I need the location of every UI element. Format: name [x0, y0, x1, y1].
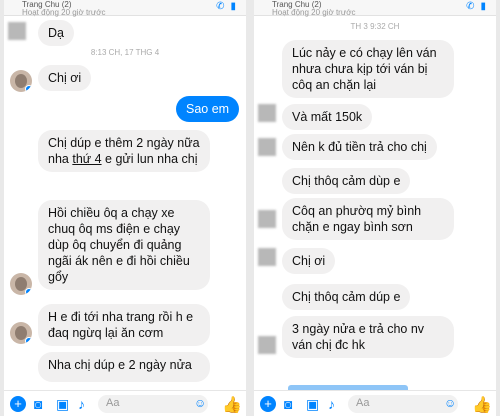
image-icon[interactable]: ▣	[306, 396, 319, 413]
messenger-badge-icon	[25, 288, 32, 295]
plus-icon[interactable]: +	[10, 396, 26, 412]
message-input[interactable]: Aa	[348, 395, 458, 413]
thumbs-up-icon[interactable]: 👍	[222, 395, 242, 415]
video-icon[interactable]: ▮	[480, 1, 492, 12]
message-bubble[interactable]: Nha chị dúp e 2 ngày nửa	[38, 352, 210, 382]
message-bubble[interactable]: Lúc nảy e có chạy lên ván nhưa chưa kịp …	[282, 40, 454, 98]
active-status: Hoạt động 20 giờ trước	[272, 8, 356, 17]
active-status: Hoạt động 20 giờ trước	[22, 8, 106, 17]
message-bubble[interactable]: Chị ơi	[282, 248, 336, 274]
mic-icon[interactable]: ♪	[328, 396, 335, 412]
message-bubble[interactable]: Côq an phườq mỷ bình chặn e ngay bình sơ…	[282, 198, 454, 240]
video-icon[interactable]: ▮	[230, 1, 242, 12]
message-bubble[interactable]: Dạ	[38, 20, 74, 46]
avatar	[258, 248, 276, 266]
phone-icon[interactable]: ✆	[216, 1, 230, 12]
messenger-badge-icon	[25, 85, 32, 92]
message-composer: + ◙ ▣ ♪ Aa ☺ 👍	[4, 390, 246, 416]
messenger-badge-icon	[25, 337, 32, 344]
emoji-icon[interactable]: ☺	[194, 396, 206, 410]
message-bubble-outgoing[interactable]: Sao em	[176, 96, 240, 122]
message-bubble[interactable]: 3 ngày nửa e trả cho nv ván chị đc hk	[282, 316, 454, 358]
message-input[interactable]: Aa	[98, 395, 208, 413]
chat-header: Trang Chu (2) Hoạt động 20 giờ trước ✆▮	[4, 0, 246, 17]
phone-icon[interactable]: ✆	[466, 1, 480, 12]
timestamp: TH 3 9:32 CH	[350, 22, 400, 31]
timestamp: 8:13 CH, 17 THG 4	[90, 48, 160, 57]
avatar	[10, 70, 32, 92]
avatar	[8, 22, 26, 40]
message-bubble[interactable]: Nên k đủ tiền trả cho chị	[282, 134, 437, 160]
message-link[interactable]: thứ 4	[72, 152, 101, 166]
avatar	[258, 104, 276, 122]
message-composer: + ◙ ▣ ♪ Aa ☺ 👍	[254, 390, 496, 416]
camera-icon[interactable]: ◙	[34, 396, 42, 412]
header-actions: ✆▮	[466, 1, 492, 12]
plus-icon[interactable]: +	[260, 396, 276, 412]
avatar	[258, 210, 276, 228]
emoji-icon[interactable]: ☺	[444, 396, 456, 410]
message-bubble[interactable]: Chị dúp e thêm 2 ngày nữa nha thứ 4 e gử…	[38, 130, 210, 172]
message-bubble[interactable]: Chị thôq cảm dúp e	[282, 284, 411, 310]
avatar	[10, 322, 32, 344]
camera-icon[interactable]: ◙	[284, 396, 292, 412]
mic-icon[interactable]: ♪	[78, 396, 85, 412]
message-text: e gửi lun nha chị	[101, 152, 198, 166]
image-icon[interactable]: ▣	[56, 396, 69, 413]
message-bubble[interactable]: Và mất 150k	[282, 104, 373, 130]
chat-header: Trang Chu (2) Hoạt động 20 giờ trước ✆▮	[254, 0, 496, 17]
message-bubble[interactable]: H e đi tới nha trang rồi h e đaq ngừq lạ…	[38, 304, 210, 346]
chat-panel-right: Trang Chu (2) Hoạt động 20 giờ trước ✆▮ …	[254, 0, 496, 416]
avatar	[258, 336, 276, 354]
header-actions: ✆▮	[216, 1, 242, 12]
thumbs-up-icon[interactable]: 👍	[472, 395, 492, 415]
message-bubble[interactable]: Chị ơi	[38, 65, 92, 91]
avatar	[258, 138, 276, 156]
message-bubble[interactable]: Hồi chiều ôq a chạy xe chuq ôq ms điện e…	[38, 200, 210, 290]
chat-panel-left: Trang Chu (2) Hoạt động 20 giờ trước ✆▮ …	[4, 0, 246, 416]
avatar	[10, 273, 32, 295]
message-bubble[interactable]: Chị thôq cảm dùp e	[282, 168, 411, 194]
